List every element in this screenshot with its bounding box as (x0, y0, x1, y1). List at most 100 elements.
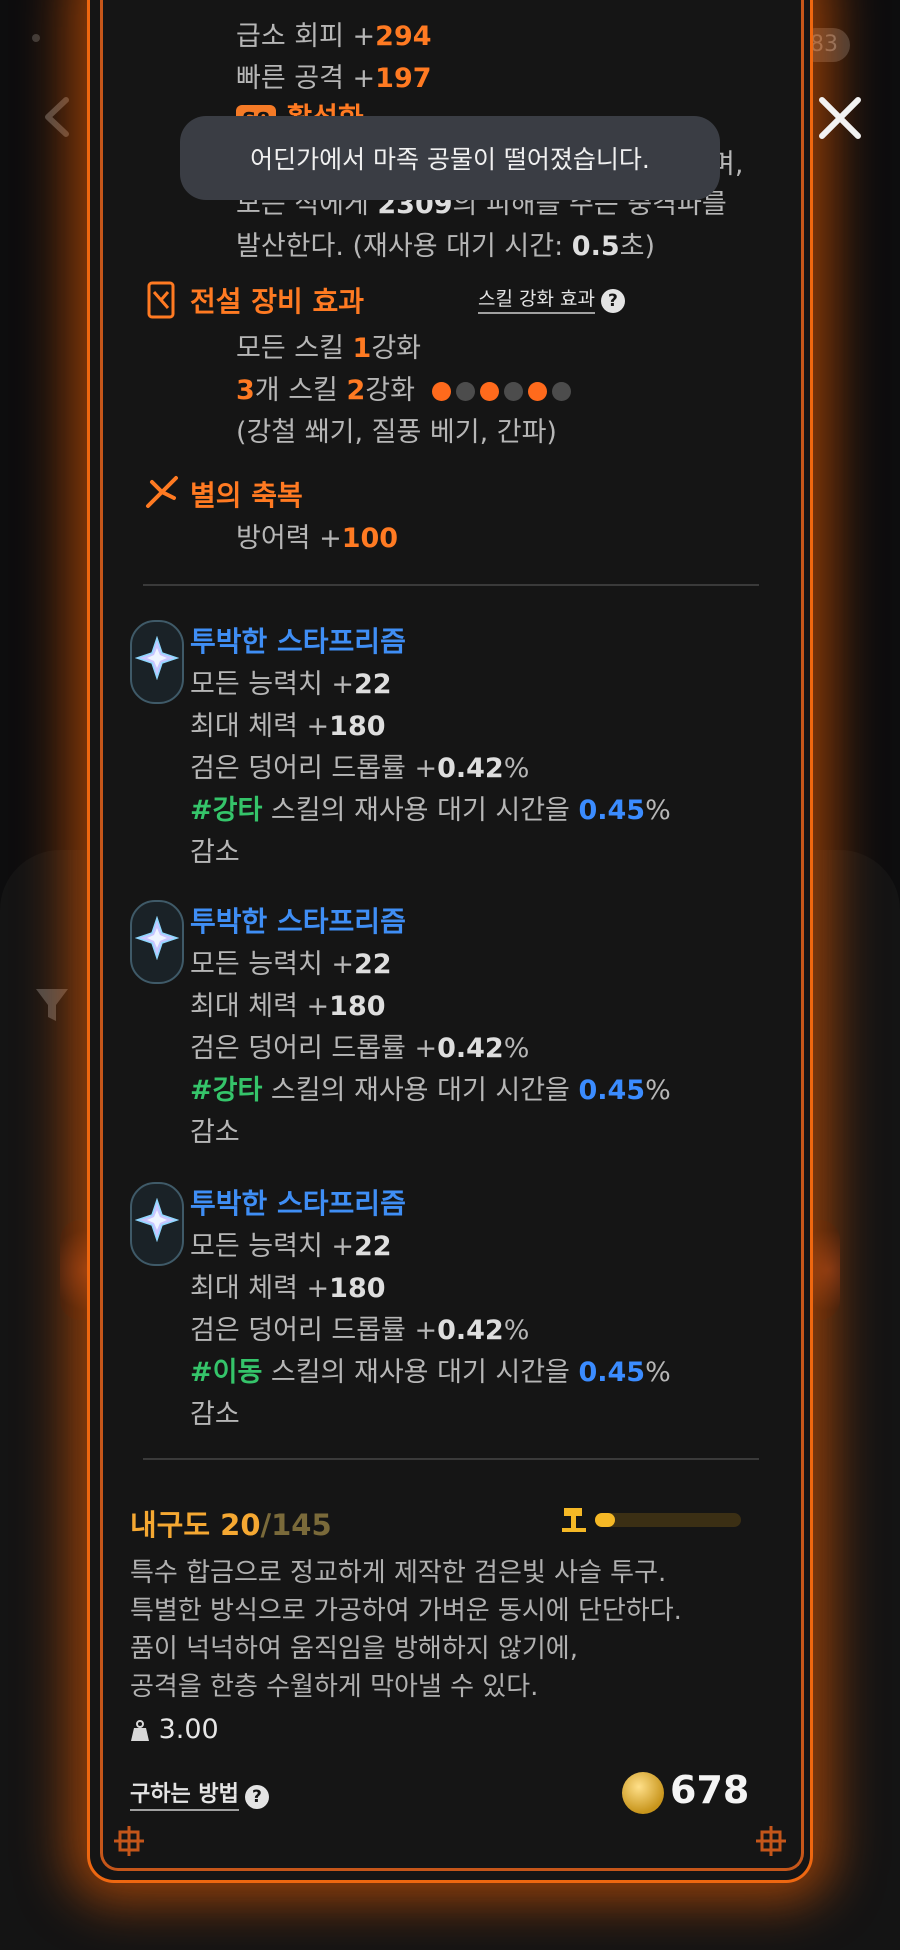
cooldown-unit: % (645, 1075, 671, 1106)
divider (143, 584, 759, 586)
enhance-dot-empty (551, 382, 571, 401)
effect-line: 발산한다. (재사용 대기 시간: 0.5초) (236, 224, 655, 263)
durability-bar (595, 1513, 741, 1527)
skill-enhance-link[interactable]: 스킬 강화 효과? (478, 284, 625, 314)
stat-label: 최대 체력 + (190, 711, 330, 742)
legendary-text: 모든 스킬 (236, 333, 353, 364)
description-line: 특별한 방식으로 가공하여 가벼운 동시에 단단하다. (130, 1596, 682, 1626)
cooldown-value: 0.45 (578, 1357, 646, 1388)
skill-enhance-label: 스킬 강화 효과 (478, 288, 595, 314)
gem-cooldown: #강타 스킬의 재사용 대기 시간을 0.45% (190, 1068, 671, 1107)
skill-tag: #이동 (190, 1357, 263, 1388)
gem-name: 투박한 스타프리즘 (190, 625, 406, 658)
enhance-dot-filled (431, 382, 451, 401)
corner-knot-icon (114, 1826, 144, 1856)
enhance-dot-empty (503, 382, 523, 401)
legendary-title: 전설 장비 효과 (190, 285, 365, 318)
divider (143, 1458, 759, 1460)
corner-knot-icon (756, 1826, 786, 1856)
durability-fill (595, 1513, 615, 1527)
stat-value: 197 (375, 63, 432, 94)
how-to-get-label: 구하는 방법 (130, 1782, 239, 1811)
gem-name: 투박한 스타프리즘 (190, 1187, 406, 1220)
item-detail-popup: 급소 회피 +294 빠른 공격 +197 S8활성화 며, 모든 적에게 23… (90, 0, 810, 1880)
back-icon[interactable] (38, 92, 78, 142)
close-icon[interactable] (812, 90, 868, 146)
gem-slot[interactable] (130, 620, 184, 704)
stat-value: 22 (354, 669, 392, 700)
cooldown-text: 스킬의 재사용 대기 시간을 (262, 795, 579, 826)
gem-stat: 모든 능력치 +22 (190, 942, 392, 981)
gem-stat: 최대 체력 +180 (190, 984, 386, 1023)
cooldown-text: 스킬의 재사용 대기 시간을 (262, 1357, 579, 1388)
stat-label: 검은 덩어리 드롭률 + (190, 1315, 438, 1346)
stat-value: 100 (341, 523, 399, 554)
stat-value: 22 (354, 949, 392, 980)
cooldown-unit: % (645, 1357, 671, 1388)
toast-message: 어딘가에서 마족 공물이 떨어졌습니다. (250, 145, 650, 174)
stat-label: 방어력 + (236, 523, 342, 554)
prism-gem-icon (135, 636, 179, 680)
weight-value: 3.00 (158, 1714, 219, 1745)
durability-max: /145 (260, 1508, 332, 1542)
stat-value: 0.42 (437, 1033, 504, 1064)
gem-stat: 최대 체력 +180 (190, 1266, 386, 1305)
gem-stat: 검은 덩어리 드롭률 +0.42% (190, 1026, 529, 1065)
stat-value: 180 (329, 711, 386, 742)
stat-line: 빠른 공격 +197 (236, 56, 432, 95)
durability-text: 내구도 (130, 1508, 221, 1542)
gem-stat: 최대 체력 +180 (190, 704, 386, 743)
gem-stat: 검은 덩어리 드롭률 +0.42% (190, 1308, 529, 1347)
cooldown-text: 스킬의 재사용 대기 시간을 (262, 1075, 579, 1106)
how-to-get-link[interactable]: 구하는 방법? (130, 1776, 269, 1811)
item-description: 특수 합금으로 정교하게 제작한 검은빛 사슬 투구. 특별한 방식으로 가공하… (130, 1554, 682, 1706)
stat-label: 모든 능력치 + (190, 949, 354, 980)
legendary-text: 개 스킬 (254, 375, 347, 406)
legendary-line: 3개 스킬 2강화 (236, 368, 576, 407)
enhance-dot-empty (455, 382, 475, 401)
gem-slot[interactable] (130, 1182, 184, 1266)
weight-icon (131, 1719, 149, 1741)
stat-unit: % (503, 753, 530, 784)
gem-cooldown-tail: 감소 (190, 1399, 240, 1430)
durability-label: 내구도 20/145 (130, 1502, 332, 1544)
gem-stat: 모든 능력치 +22 (190, 662, 392, 701)
stat-value: 0.42 (437, 1315, 504, 1346)
cooldown-unit: % (645, 795, 671, 826)
stat-value: 294 (375, 21, 432, 52)
star-blessing-title: 별의 축복 (190, 479, 303, 512)
stat-line: 급소 회피 +294 (236, 14, 432, 53)
legendary-value: 1 (352, 333, 372, 364)
legendary-text: 강화 (371, 333, 422, 364)
stat-label: 급소 회피 + (236, 21, 376, 52)
stat-value: 22 (354, 1231, 392, 1262)
prism-gem-icon (135, 916, 179, 960)
gem-stat: 검은 덩어리 드롭률 +0.42% (190, 746, 529, 785)
coin-icon (622, 1772, 664, 1814)
hammer-icon[interactable] (560, 1504, 590, 1534)
stat-unit: % (503, 1315, 530, 1346)
weight: 3.00 (130, 1714, 219, 1745)
cooldown-value: 0.45 (578, 795, 646, 826)
stat-label: 빠른 공격 + (236, 63, 376, 94)
durability-current: 20 (220, 1508, 261, 1542)
gem-cooldown: #강타 스킬의 재사용 대기 시간을 0.45% (190, 788, 671, 827)
effect-text: 발산한다. (재사용 대기 시간: (236, 231, 572, 262)
stat-label: 검은 덩어리 드롭률 + (190, 1033, 438, 1064)
toast-notification: 어딘가에서 마족 공물이 떨어졌습니다. (180, 116, 720, 200)
effect-value: 0.5 (571, 231, 620, 262)
help-icon: ? (600, 288, 625, 313)
stat-value: 180 (329, 1273, 386, 1304)
gem-slot[interactable] (130, 900, 184, 984)
gem-stat: 모든 능력치 +22 (190, 1224, 392, 1263)
stat-label: 최대 체력 + (190, 991, 330, 1022)
description-line: 품이 넉넉하여 움직임을 방해하지 않기에, (130, 1634, 578, 1664)
stat-label: 모든 능력치 + (190, 669, 354, 700)
legendary-value: 2 (346, 375, 366, 406)
stat-value: 0.42 (437, 753, 504, 784)
filter-icon[interactable] (34, 985, 70, 1025)
enhance-dot-filled (527, 382, 547, 401)
stat-value: 180 (329, 991, 386, 1022)
prism-gem-icon (135, 1198, 179, 1242)
skill-tag: #강타 (190, 1075, 263, 1106)
